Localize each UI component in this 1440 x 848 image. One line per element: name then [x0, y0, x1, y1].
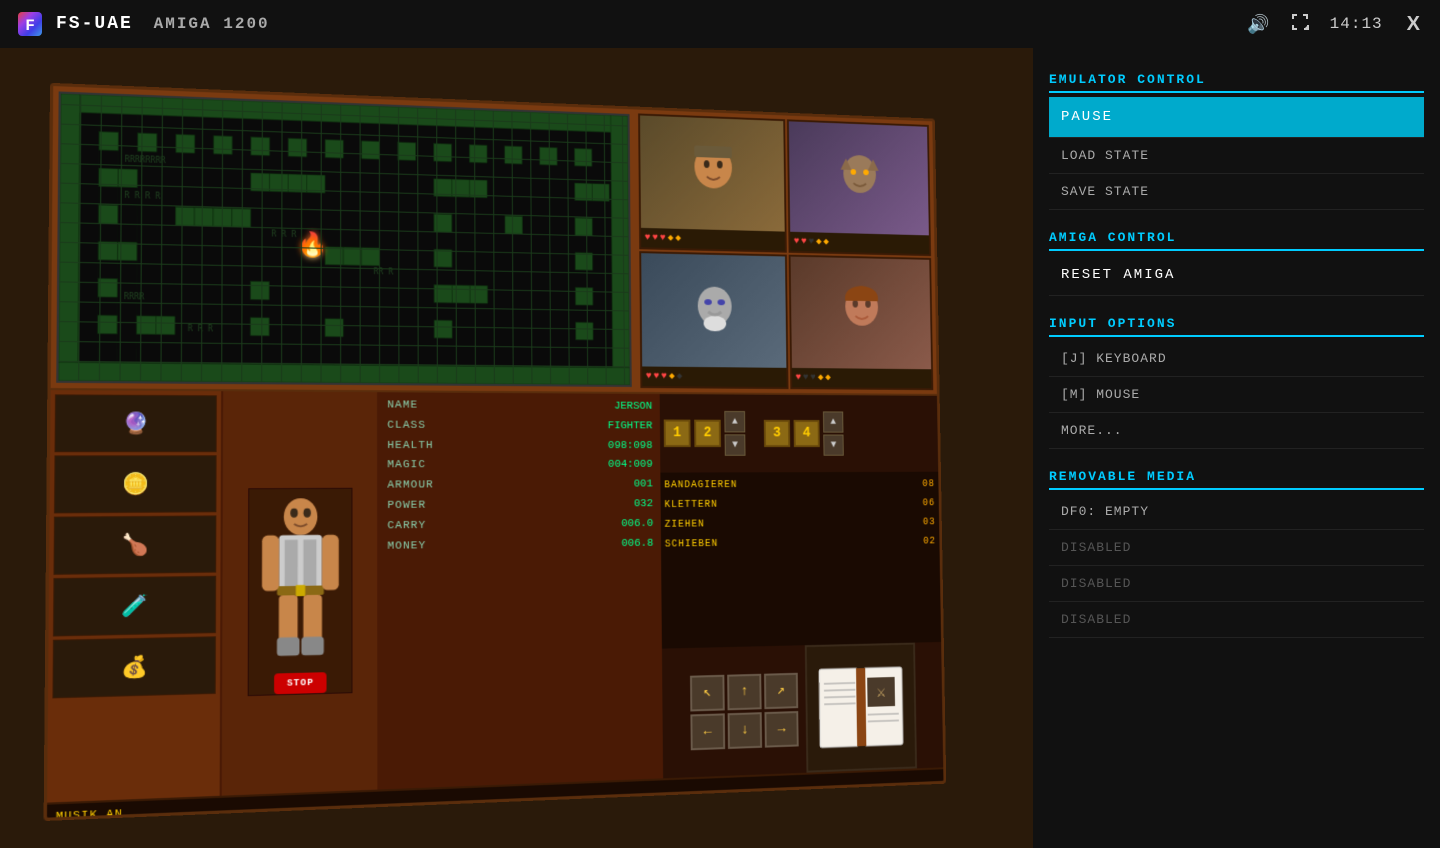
fullscreen-button[interactable]: [1290, 12, 1310, 37]
action-numbers: 1 2 ▲ ▼ 3 4 ▲ ▼: [659, 394, 938, 473]
game-area: 🔥 RRRRRRRR R R: [0, 48, 1033, 848]
stop-button[interactable]: STOP: [274, 672, 326, 694]
app-name-fs: FS-UAE: [56, 14, 133, 34]
map-grid: 🔥 RRRRRRRR R R: [58, 94, 629, 385]
action-item-4: SCHIEBEN 02: [664, 533, 935, 556]
action-num-1[interactable]: 1: [663, 420, 690, 447]
game-screen: 🔥 RRRRRRRR R R: [43, 83, 946, 821]
move-left-fwd[interactable]: ↖: [690, 674, 725, 711]
char-face-1: [640, 115, 785, 231]
stat-name-line: NAME JERSON: [387, 396, 652, 417]
arrow-up-2[interactable]: ▲: [822, 411, 842, 432]
dungeon-map: 🔥 RRRRRRRR R R: [56, 91, 632, 387]
char-panel-2: ♥ ♥ ♥ ◆ ◆: [786, 119, 930, 256]
action-num-2[interactable]: 2: [694, 420, 721, 447]
emulator-control-title: EMULATOR CONTROL: [1049, 64, 1424, 93]
stat-money-line: MONEY 006.8: [387, 534, 653, 557]
char-panel-4: ♥ ♥ ♥ ◆ ◆: [788, 255, 933, 390]
close-button[interactable]: X: [1403, 13, 1424, 36]
mouse-input-button[interactable]: [M] MOUSE: [1049, 377, 1424, 413]
char-face-3: [641, 253, 786, 368]
arrow-down-2[interactable]: ▼: [823, 435, 843, 456]
book-display: ⚔: [804, 643, 916, 773]
disabled-3[interactable]: DISABLED: [1049, 602, 1424, 638]
action-item-1: BANDAGIEREN 08: [664, 476, 935, 497]
volume-button[interactable]: 🔊: [1247, 14, 1269, 35]
inv-slot-1: 🔮: [54, 394, 216, 452]
keyboard-input-button[interactable]: [J] KEYBOARD: [1049, 341, 1424, 377]
svg-text:RRRR: RRRR: [123, 292, 144, 301]
save-state-button[interactable]: SAVE STATE: [1049, 174, 1424, 210]
action-list: BANDAGIEREN 08 KLETTERN 06 ZIEHEN 03: [660, 472, 941, 649]
clock-display: 14:13: [1330, 15, 1383, 33]
char-figure: STOP: [221, 391, 379, 795]
inv-slot-2: 🪙: [53, 455, 216, 513]
titlebar-controls: 🔊 14:13 X: [1247, 12, 1424, 37]
more-input-button[interactable]: MORE...: [1049, 413, 1424, 449]
char-hearts-3: ♥ ♥ ♥ ◆ ◆: [642, 366, 786, 387]
char-figure-display: STOP: [247, 488, 352, 696]
svg-text:RRRRRRRR: RRRRRRRR: [124, 155, 165, 165]
input-options-title: INPUT OPTIONS: [1049, 308, 1424, 337]
character-panels: ♥ ♥ ♥ ◆ ◆: [634, 109, 937, 394]
game-bottom: 🔮 🪙 🍗 🧪 💰: [47, 388, 943, 803]
svg-text:R R R: R R R: [187, 324, 213, 333]
char-face-2: [788, 121, 928, 235]
app-logo: F: [16, 10, 44, 38]
main-content: 🔥 RRRRRRRR R R: [0, 48, 1440, 848]
app-title: FS-UAE AMIGA 1200: [56, 14, 270, 34]
move-right[interactable]: →: [764, 711, 798, 748]
svg-text:⚔: ⚔: [876, 683, 885, 701]
arrow-up[interactable]: ▲: [724, 411, 745, 432]
stat-magic-line: MAGIC 004:009: [387, 456, 652, 476]
titlebar: F FS-UAE AMIGA 1200 🔊 14:13 X: [0, 0, 1440, 48]
char-stats: NAME JERSON CLASS FIGHTER HEALTH 098:098: [379, 392, 663, 789]
load-state-button[interactable]: LOAD STATE: [1049, 138, 1424, 174]
char-inventory: 🔮 🪙 🍗 🧪 💰: [47, 390, 223, 802]
svg-text:F: F: [25, 17, 35, 35]
svg-text:R R R R: R R R R: [124, 190, 160, 200]
svg-text:R R R: R R R: [271, 230, 296, 240]
action-num-3[interactable]: 3: [763, 420, 789, 447]
inv-slot-4: 🧪: [52, 576, 215, 637]
inv-slot-3: 🍗: [53, 515, 216, 575]
char-hearts-1: ♥ ♥ ♥ ◆ ◆: [640, 228, 784, 251]
char-panel-3: ♥ ♥ ♥ ◆ ◆: [639, 251, 788, 389]
df0-button[interactable]: DF0: EMPTY: [1049, 494, 1424, 530]
char-actions: 1 2 ▲ ▼ 3 4 ▲ ▼: [659, 394, 943, 778]
game-top: 🔥 RRRRRRRR R R: [50, 86, 936, 394]
char-hearts-4: ♥ ♥ ♥ ◆ ◆: [791, 368, 930, 388]
stat-armour-line: ARMOUR 001: [387, 476, 653, 497]
game-frame: 🔥 RRRRRRRR R R: [43, 83, 946, 821]
move-backward[interactable]: ↓: [727, 712, 761, 749]
char-face-4: [790, 257, 931, 370]
removable-media-title: REMOVABLE MEDIA: [1049, 461, 1424, 490]
reset-amiga-button[interactable]: RESET AMIGA: [1049, 255, 1424, 296]
move-forward[interactable]: ↑: [727, 673, 761, 710]
move-left[interactable]: ←: [690, 713, 725, 750]
amiga-control-title: AMIGA CONTROL: [1049, 222, 1424, 251]
stat-class-line: CLASS FIGHTER: [387, 416, 652, 436]
right-panel: EMULATOR CONTROL PAUSE LOAD STATE SAVE S…: [1033, 48, 1440, 848]
stat-health-line: HEALTH 098:098: [387, 436, 652, 456]
disabled-1[interactable]: DISABLED: [1049, 530, 1424, 566]
disabled-2[interactable]: DISABLED: [1049, 566, 1424, 602]
arrow-down[interactable]: ▼: [724, 434, 745, 455]
inv-slot-5: 💰: [52, 636, 215, 698]
app-name-sub: AMIGA 1200: [154, 15, 270, 33]
char-panel-1: ♥ ♥ ♥ ◆ ◆: [638, 113, 787, 252]
svg-text:RR R: RR R: [373, 267, 393, 276]
pause-button[interactable]: PAUSE: [1049, 97, 1424, 138]
movement-grid: ↖ ↑ ↗ ← ↓ →: [690, 672, 799, 750]
stat-power-line: POWER 032: [387, 495, 653, 517]
svg-text:🔥: 🔥: [297, 230, 328, 260]
action-item-2: KLETTERN 06: [664, 495, 935, 516]
stat-carry-line: CARRY 006.0: [387, 515, 653, 537]
move-area: ↖ ↑ ↗ ← ↓ →: [661, 642, 942, 778]
move-right-fwd[interactable]: ↗: [764, 672, 798, 708]
char-hearts-2: ♥ ♥ ♥ ◆ ◆: [790, 232, 929, 254]
action-num-4[interactable]: 4: [793, 420, 819, 447]
